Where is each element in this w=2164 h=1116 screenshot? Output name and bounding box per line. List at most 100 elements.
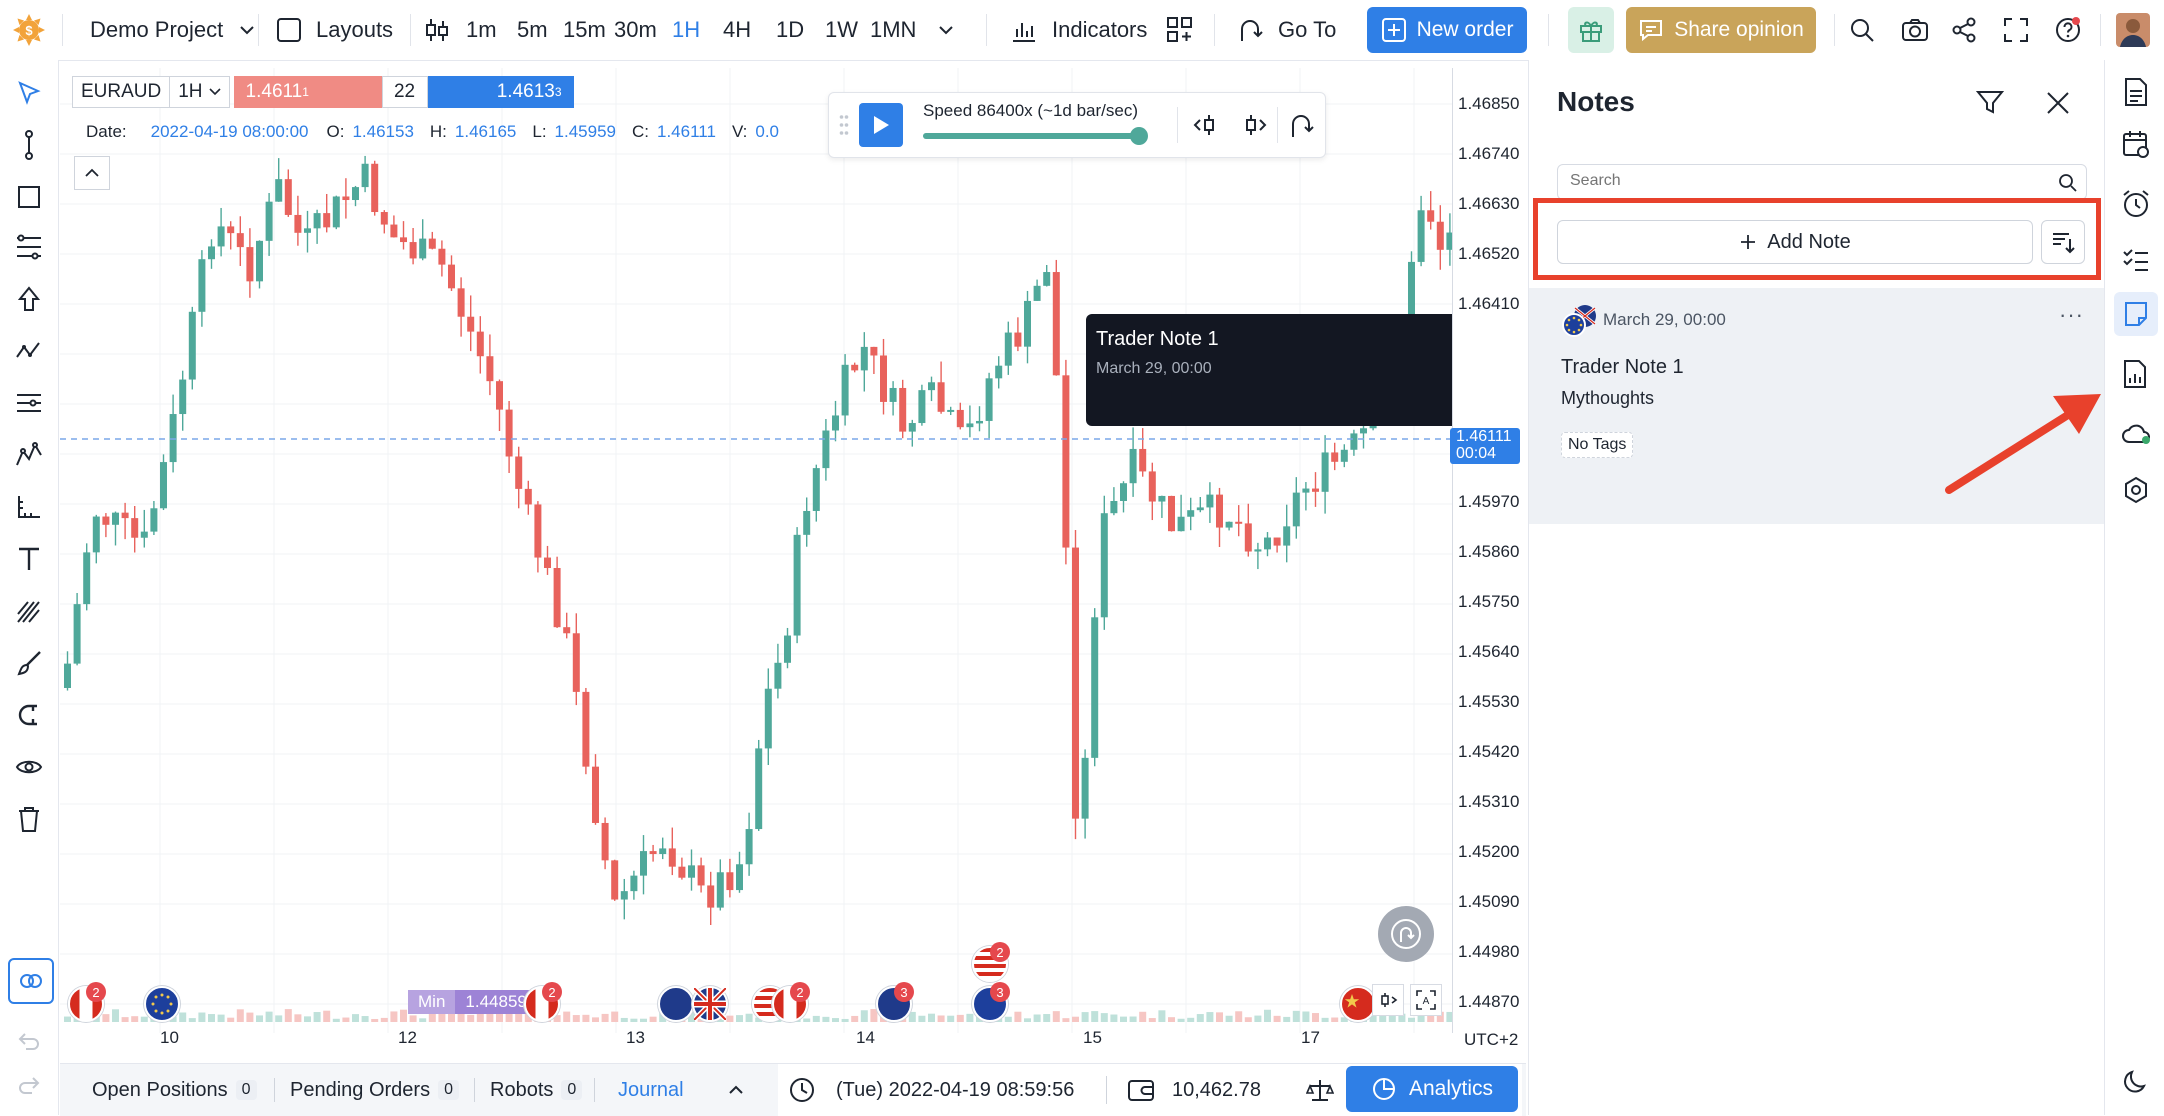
indicators-button[interactable]: Indicators: [1010, 0, 1147, 60]
redo-button[interactable]: [14, 1070, 44, 1100]
arrow-tool[interactable]: [14, 284, 44, 314]
price-chart[interactable]: [60, 68, 1452, 1033]
notes-search[interactable]: [1557, 164, 2087, 200]
sync-charts-button[interactable]: [8, 958, 54, 1004]
help-button[interactable]: [2054, 0, 2082, 60]
timeframe-more-button[interactable]: [938, 0, 954, 60]
brush-lines-tool[interactable]: [14, 596, 44, 626]
new-order-button[interactable]: New order: [1367, 7, 1527, 53]
project-selector[interactable]: Demo Project: [90, 0, 255, 60]
volume-bar: [304, 1016, 311, 1022]
share-opinion-button[interactable]: Share opinion: [1626, 7, 1816, 53]
magnet-tool[interactable]: [14, 700, 44, 730]
china-flag-event[interactable]: [1340, 986, 1376, 1022]
user-avatar[interactable]: [2116, 0, 2150, 60]
search-button[interactable]: [1848, 0, 1876, 60]
open-label: O:: [326, 122, 345, 141]
trash-icon: [19, 807, 39, 832]
channel-tool[interactable]: [14, 388, 44, 418]
step-forward-button[interactable]: [1239, 111, 1269, 144]
note-tags[interactable]: No Tags: [1561, 432, 1634, 458]
elliott-tool[interactable]: [14, 440, 44, 470]
filter-button[interactable]: [1975, 88, 2005, 121]
goto-date-button[interactable]: [1287, 109, 1317, 146]
tf-1h[interactable]: 1H: [672, 0, 700, 60]
sort-button[interactable]: [2041, 220, 2085, 264]
tf-30m[interactable]: 30m: [614, 0, 657, 60]
collapse-legend-button[interactable]: [74, 156, 110, 190]
measure-tool[interactable]: [14, 492, 44, 522]
drag-handle-icon[interactable]: [839, 113, 849, 137]
chart-type-button[interactable]: [422, 0, 452, 60]
layout-square-icon: [277, 18, 301, 42]
eu-flag-event[interactable]: [144, 986, 180, 1022]
pending-orders-tab[interactable]: Pending Orders 0: [290, 1064, 459, 1116]
tf-1mn[interactable]: 1MN: [870, 0, 916, 60]
speed-slider[interactable]: [923, 127, 1148, 145]
share-button[interactable]: [1950, 0, 1978, 60]
delete-tool[interactable]: [14, 804, 44, 834]
orders-panel-button[interactable]: [2120, 76, 2152, 108]
reports-button[interactable]: [2120, 358, 2152, 390]
pattern-tool[interactable]: [14, 336, 44, 366]
search-input[interactable]: [1568, 171, 2032, 191]
cloud-sync-button[interactable]: [2120, 418, 2152, 450]
tf-4h[interactable]: 4H: [723, 0, 751, 60]
app-logo-icon[interactable]: $: [12, 0, 46, 60]
alerts-button[interactable]: [2120, 188, 2152, 220]
tf-1m[interactable]: 1m: [466, 0, 497, 60]
goto-button[interactable]: Go To: [1236, 0, 1336, 60]
play-button[interactable]: [859, 103, 903, 147]
scale-icon[interactable]: [1306, 1064, 1334, 1116]
price-label: 1.45530: [1458, 692, 1520, 711]
text-tool[interactable]: [14, 544, 44, 574]
notes-panel-button[interactable]: [2114, 292, 2158, 336]
note-more-menu[interactable]: ···: [2059, 302, 2084, 328]
journal-tab[interactable]: Journal: [618, 1064, 684, 1116]
tf-15m[interactable]: 15m: [563, 0, 606, 60]
candle-body: [1120, 483, 1127, 502]
visibility-tool[interactable]: [14, 752, 44, 782]
sell-price-button[interactable]: 1.4611 1: [233, 76, 382, 108]
tf-1d[interactable]: 1D: [776, 0, 804, 60]
widgets-button[interactable]: [1165, 0, 1195, 60]
add-note-button[interactable]: Add Note: [1557, 220, 2033, 264]
candle-body: [966, 423, 974, 428]
buy-price-button[interactable]: 1.4613 3: [427, 76, 574, 108]
undo-button[interactable]: [14, 1026, 44, 1056]
auto-scale-button[interactable]: A: [1410, 984, 1442, 1016]
analytics-button[interactable]: Analytics: [1346, 1066, 1518, 1112]
fit-chart-button[interactable]: [1372, 984, 1404, 1016]
robots-tab[interactable]: Robots 0: [490, 1064, 583, 1116]
expand-panel-button[interactable]: [728, 1064, 744, 1116]
australia-flag-event[interactable]: [658, 986, 694, 1022]
calendar-button[interactable]: [2120, 128, 2152, 160]
checklist-button[interactable]: [2120, 244, 2152, 276]
volume-bar: [1033, 1014, 1041, 1022]
layouts-button[interactable]: Layouts: [276, 0, 393, 60]
close-panel-button[interactable]: [2045, 90, 2071, 121]
symbol-selector[interactable]: EURAUD: [72, 76, 171, 108]
fib-tool[interactable]: [14, 232, 44, 262]
checklist-icon: [2123, 249, 2148, 271]
open-positions-tab[interactable]: Open Positions 0: [92, 1064, 257, 1116]
screenshot-button[interactable]: [1900, 0, 1930, 60]
gift-button[interactable]: [1568, 7, 1614, 53]
trend-line-tool[interactable]: [14, 130, 44, 160]
theme-toggle-button[interactable]: [2120, 1066, 2152, 1098]
step-back-button[interactable]: [1191, 111, 1221, 144]
settings-button[interactable]: [2120, 474, 2152, 506]
interval-selector[interactable]: 1H: [170, 76, 230, 108]
fullscreen-button[interactable]: [2002, 0, 2030, 60]
timezone-label[interactable]: UTC+2: [1464, 1030, 1518, 1050]
cursor-tool[interactable]: [14, 78, 44, 108]
tf-1w[interactable]: 1W: [825, 0, 858, 60]
tf-5m[interactable]: 5m: [517, 0, 548, 60]
volume-bar: [1110, 1014, 1118, 1022]
report-icon: [2124, 360, 2146, 388]
scroll-to-realtime-button[interactable]: [1378, 906, 1434, 962]
rectangle-tool[interactable]: [14, 182, 44, 212]
brush-tool[interactable]: [14, 648, 44, 678]
speed-slider-handle[interactable]: [1130, 127, 1148, 145]
uk-flag-event[interactable]: [692, 986, 728, 1022]
